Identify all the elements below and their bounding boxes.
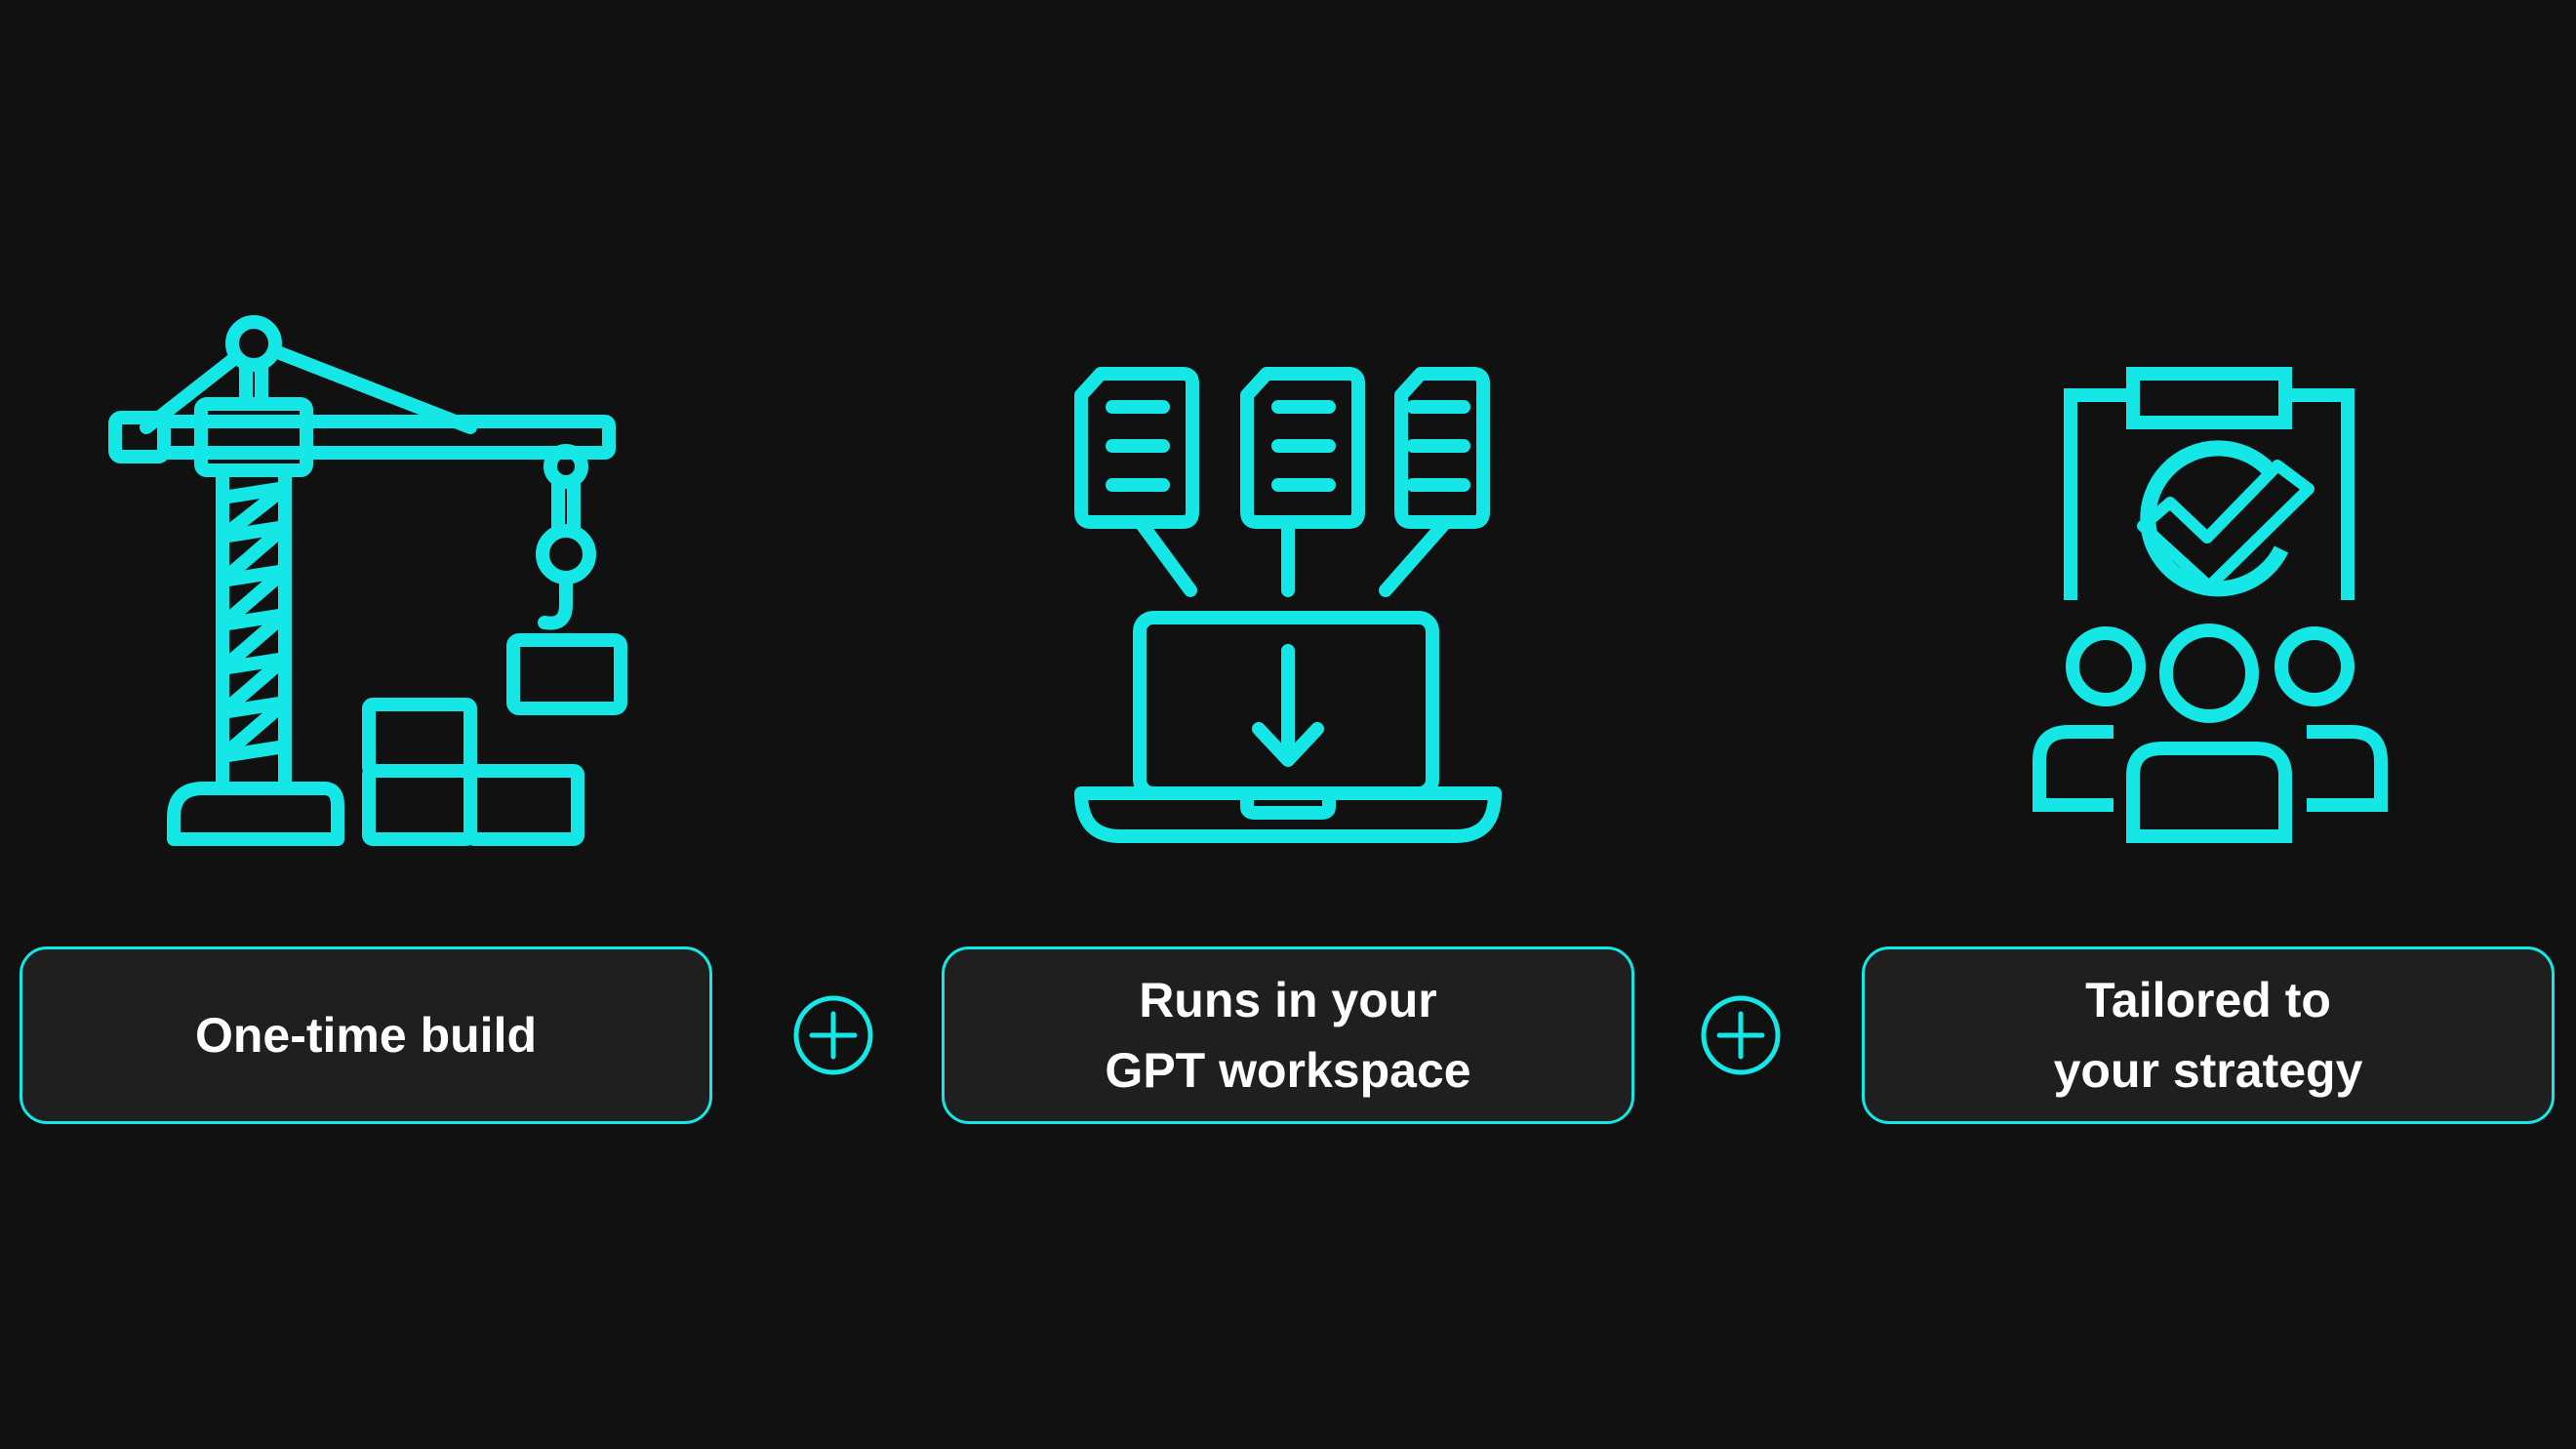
feature-card-gpt-workspace: Runs in your GPT workspace (942, 946, 1634, 1124)
plus-circle-icon (792, 994, 874, 1076)
clipboard-team-check-icon (2030, 366, 2391, 844)
feature-card-tailored-strategy: Tailored to your strategy (1862, 946, 2555, 1124)
feature-slide: One-time build Runs in your GPT workspac… (0, 0, 2576, 1449)
feature-label-line: Tailored to (2085, 973, 2331, 1027)
feature-label-line: GPT workspace (1105, 1043, 1471, 1098)
tower-crane-icon (107, 312, 634, 849)
feature-label-line: One-time build (195, 1008, 537, 1063)
documents-to-laptop-icon (1073, 366, 1503, 844)
feature-label-line: your strategy (2053, 1043, 2363, 1098)
plus-circle-icon (1700, 994, 1782, 1076)
feature-label-line: Runs in your (1139, 973, 1437, 1027)
feature-card-one-time-build: One-time build (20, 946, 712, 1124)
